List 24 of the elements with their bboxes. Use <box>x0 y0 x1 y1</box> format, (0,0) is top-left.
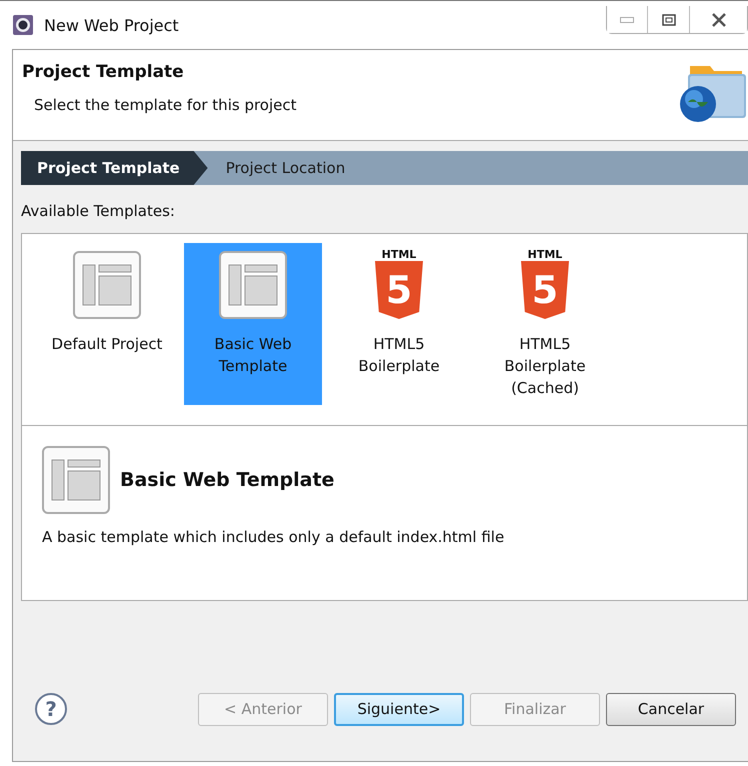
help-icon[interactable]: ? <box>35 693 67 725</box>
html5-logo: HTML 5 <box>374 249 424 319</box>
page-subtitle: Select the template for this project <box>34 96 296 114</box>
dialog-button[interactable]: Cancelar <box>606 692 736 726</box>
close-button[interactable] <box>689 6 747 33</box>
dialog-button[interactable]: Siguiente> <box>334 692 464 726</box>
template-item[interactable]: Basic Web Template <box>184 243 322 405</box>
layout-icon <box>219 251 287 319</box>
wizard-step: Project Template <box>21 151 208 185</box>
templates-label: Available Templates: <box>21 202 176 220</box>
minimize-icon <box>620 16 634 22</box>
layout-icon <box>42 446 110 514</box>
close-icon <box>710 12 726 26</box>
template-item[interactable]: HTML 5 HTML5 Boilerplate <box>330 243 468 405</box>
html5-logo: HTML 5 <box>520 249 570 319</box>
layout-icon <box>73 251 141 319</box>
page-title: Project Template <box>22 62 185 82</box>
window-title: New Web Project <box>44 16 179 34</box>
description-title: Basic Web Template <box>120 469 334 491</box>
template-item[interactable]: HTML 5 HTML5 Boilerplate (Cached) <box>476 243 614 405</box>
app-icon <box>12 14 34 36</box>
template-item[interactable]: Default Project <box>38 243 176 405</box>
maximize-icon <box>662 14 676 26</box>
description-text: A basic template which includes only a default index.html file <box>42 528 506 546</box>
